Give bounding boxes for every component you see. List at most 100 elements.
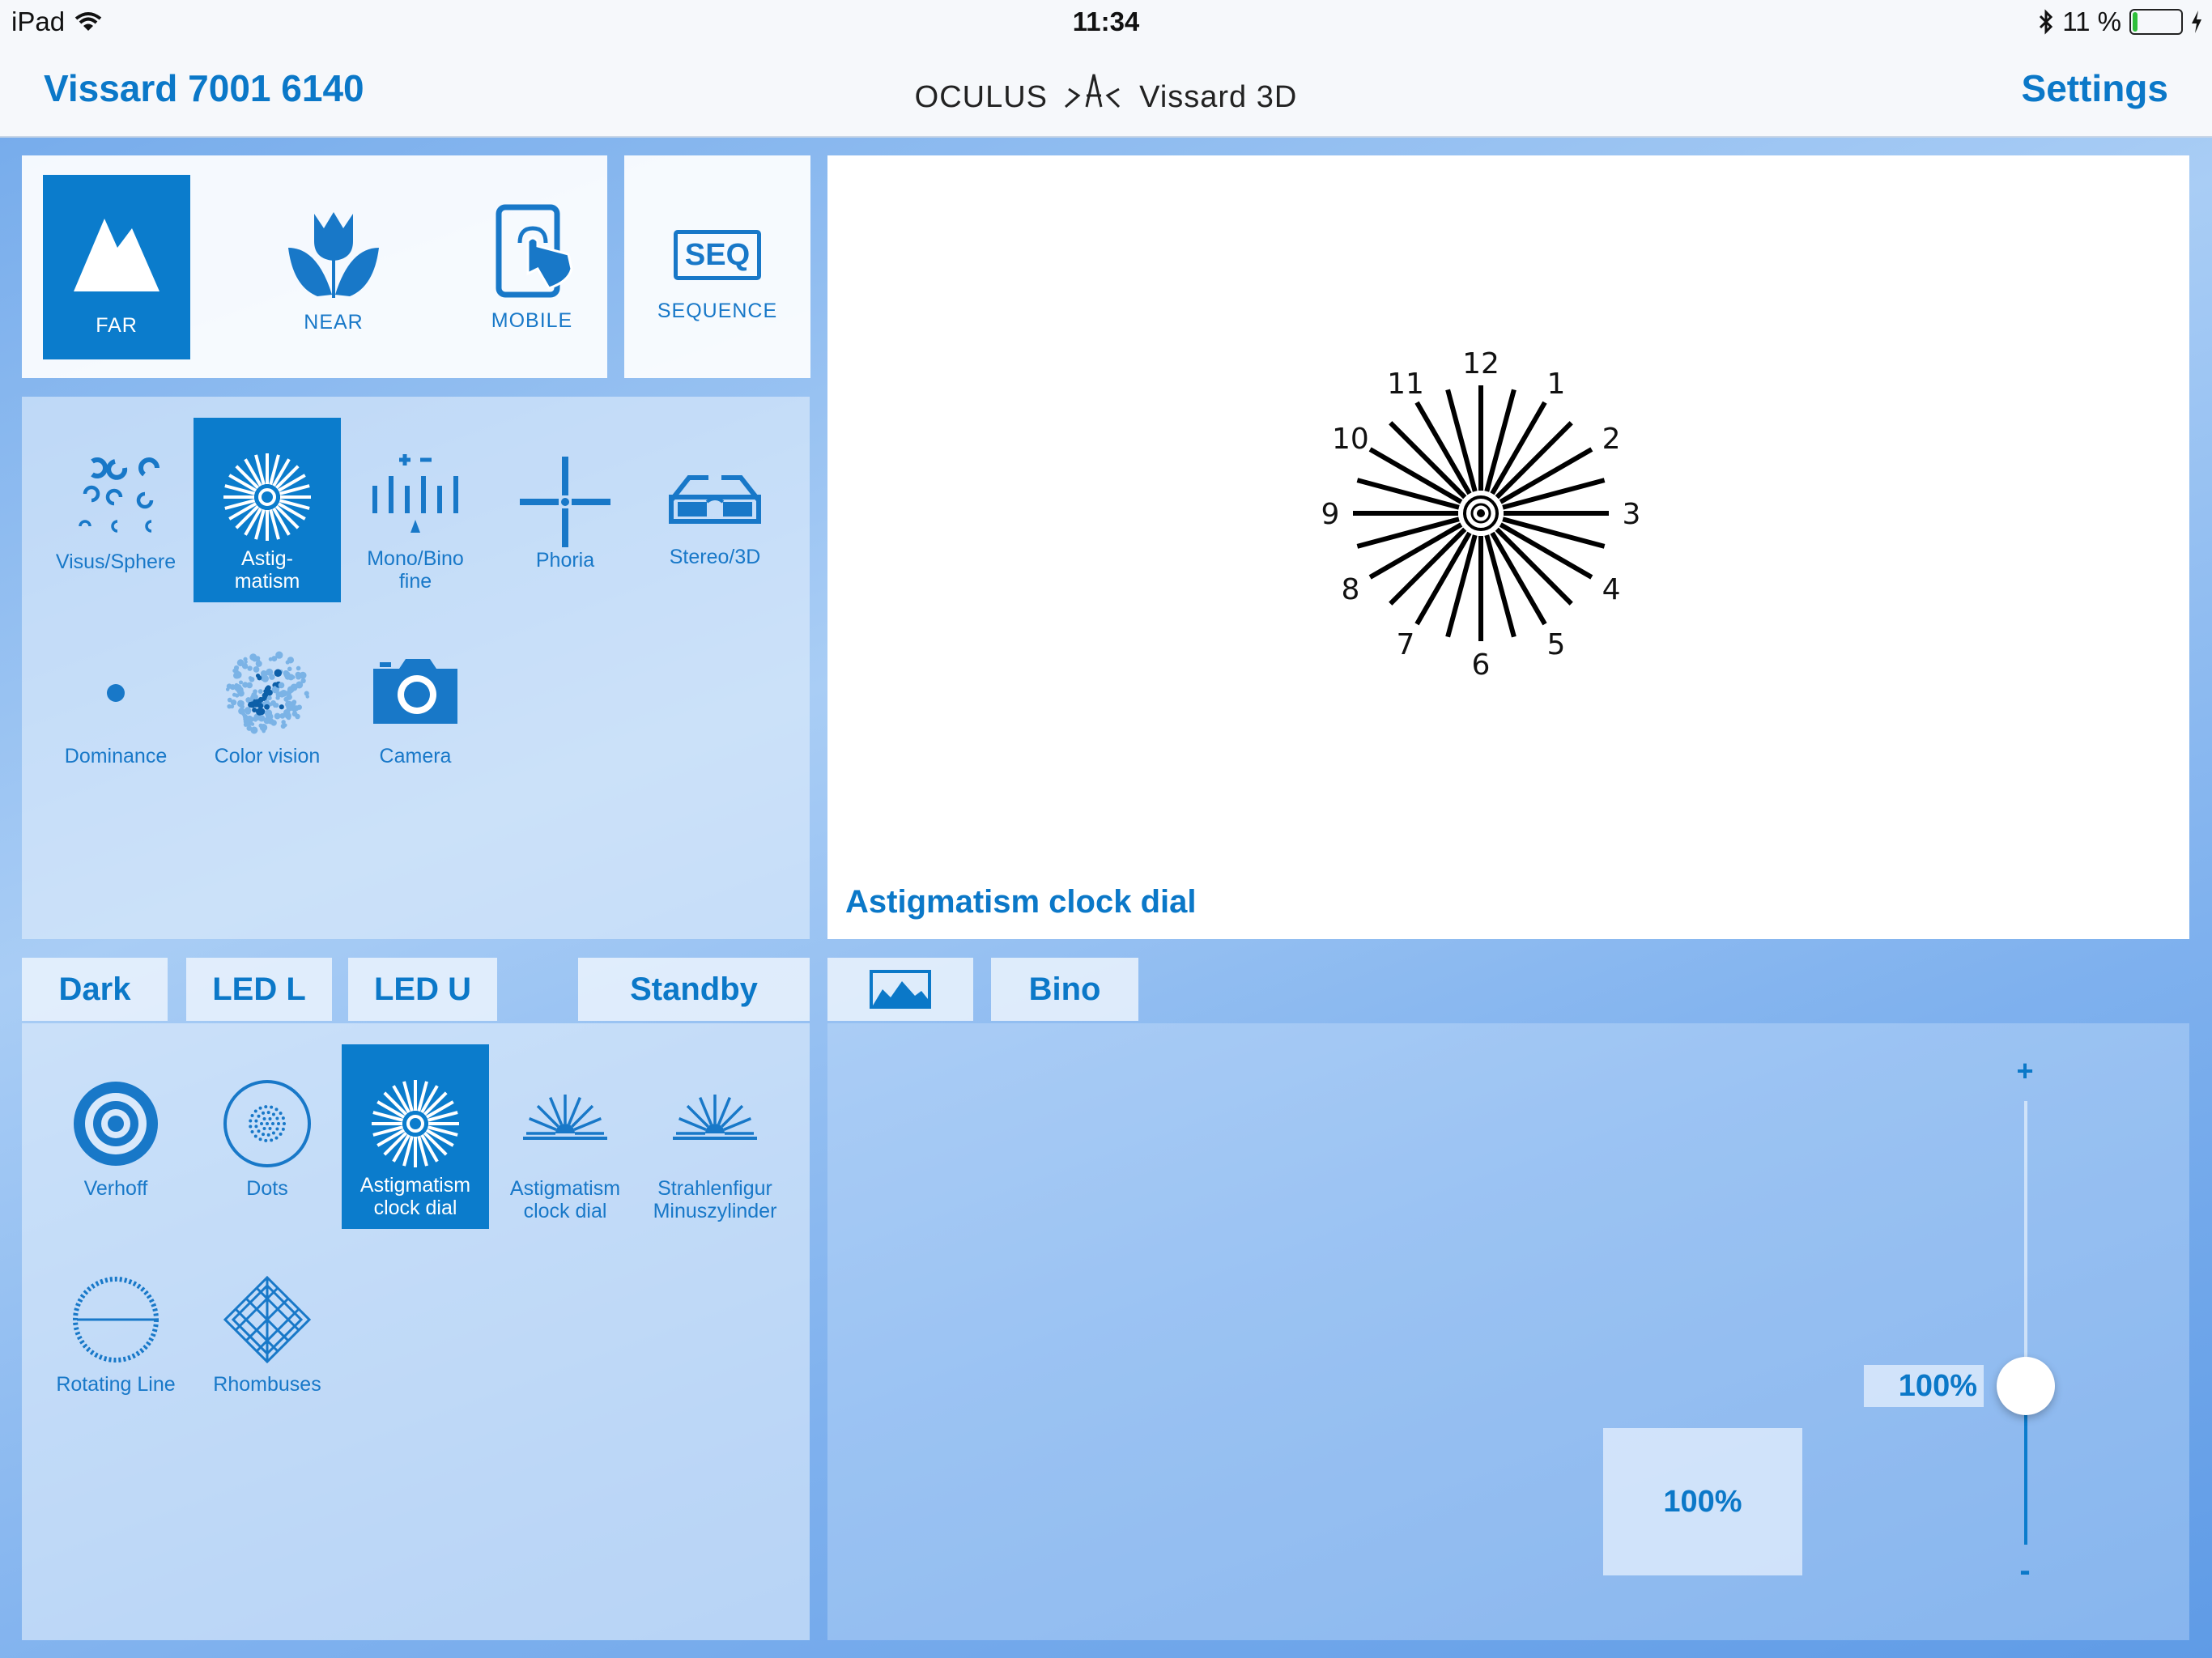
test-stereo-label: Stereo/3D [669,546,761,568]
chart-astigmatism-half[interactable]: Astigmatism clock dial [491,1044,639,1229]
dial-number: 9 [1321,498,1340,531]
dial-ray [1495,421,1573,500]
tab-led-l[interactable]: LED L [186,958,332,1021]
preview-panel: 12 1 2 3 4 5 6 7 8 9 10 11 Astigmatism clock dial [827,155,2189,939]
mobile-touch-icon [496,204,573,298]
tab-led-l-label: LED L [212,971,306,1007]
mode-near-button[interactable]: NEAR [249,175,419,359]
brightness-slider-track[interactable] [2024,1101,2027,1545]
mode-far-label: FAR [96,314,138,337]
status-right: 11 % [2038,6,2202,37]
tab-led-u[interactable]: LED U [348,958,497,1021]
half-fan-icon [673,1095,757,1140]
dial-ray [1389,527,1467,606]
chart-verhoff[interactable]: Verhoff [42,1044,189,1229]
starburst-icon [372,1080,459,1167]
test-mono-bino-fine[interactable]: Mono/Bino fine [342,418,489,602]
battery-percent: 11 % [2062,6,2121,36]
test-camera-label: Camera [379,745,452,767]
dial-ray [1389,421,1467,500]
test-dominance[interactable]: Dominance [42,615,189,800]
test-visus-sphere-label: Visus/Sphere [55,551,177,573]
dial-center [1477,509,1485,517]
tab-dark[interactable]: Dark [22,958,168,1021]
cross-icon [520,457,610,547]
chart-rhombuses[interactable]: Rhombuses [194,1240,341,1425]
bluetooth-icon [2040,9,2053,35]
test-astigmatism-label: Astig- matism [234,547,300,593]
camera-icon [373,659,457,724]
ishihara-icon [225,651,310,734]
mode-panel: FAR NEAR MOBILE [22,155,607,378]
chart-rhombuses-label: Rhombuses [213,1373,321,1396]
test-mono-bino-label: Mono/Bino fine [367,547,464,593]
tab-bino-label: Bino [1028,971,1101,1007]
dial-number: 10 [1332,423,1369,456]
sequence-label: SEQUENCE [657,300,778,322]
image-icon [870,970,931,1009]
test-color-vision[interactable]: Color vision [194,615,341,800]
verhoff-rings-icon [74,1082,158,1166]
dial-number: 2 [1602,423,1621,456]
settings-button[interactable]: Settings [2022,66,2168,110]
chart-rotating-line[interactable]: Rotating Line [42,1240,189,1425]
3d-glasses-icon [669,475,761,524]
tab-dark-label: Dark [58,971,131,1007]
chart-strahlenfigur[interactable]: Strahlenfigur Minuszylinder [641,1044,789,1229]
test-stereo-3d[interactable]: Stereo/3D [641,418,789,602]
chart-astigmatism-clock-dial[interactable]: Astigmatism clock dial [342,1044,489,1229]
dial-ray [1495,527,1573,606]
slider-plus[interactable]: + [2013,1054,2037,1088]
dot-icon [107,684,125,702]
chart-dots[interactable]: Dots [194,1044,341,1229]
dial-number: 6 [1472,648,1491,682]
sequence-button[interactable]: SEQ SEQUENCE [624,155,810,378]
clock-dial-chart: 121234567891011 [1321,347,1641,682]
status-time: 11:34 [1072,6,1140,36]
mode-far-button[interactable]: FAR [43,175,190,359]
chart-dots-label: Dots [246,1177,288,1200]
dial-number: 11 [1387,368,1424,401]
dial-number: 8 [1341,573,1359,606]
seq-badge-icon: SEQ [674,230,761,280]
mode-mobile-button[interactable]: MOBILE [447,175,617,359]
control-panel [827,1023,2189,1640]
battery-icon [2129,9,2183,35]
slider-knob[interactable] [1997,1357,2055,1415]
starburst-icon [223,453,311,541]
test-color-vision-label: Color vision [214,745,321,767]
mode-mobile-label: MOBILE [491,309,573,332]
contrast-box[interactable]: 100% [1603,1428,1802,1575]
test-visus-sphere[interactable]: Visus/Sphere [42,418,189,602]
chart-strahlenfigur-label: Strahlenfigur Minuszylinder [653,1177,777,1222]
dots-circle-icon [223,1080,311,1167]
dial-number: 3 [1623,498,1641,531]
brand-logo: OCULUS Vissard 3D [0,71,2212,115]
product-name: Vissard 3D [1139,80,1298,114]
test-phoria-label: Phoria [535,549,595,572]
slider-minus[interactable]: - [2013,1553,2037,1589]
oculus-emblem-icon [1064,74,1120,108]
preview-caption: Astigmatism clock dial [845,884,1197,920]
dial-number: 4 [1602,573,1621,606]
chart-astigmatism-half-label: Astigmatism clock dial [509,1177,621,1222]
dial-number: 1 [1547,368,1566,401]
mode-near-label: NEAR [304,311,364,334]
slider-value-label: 100% [1864,1365,1984,1407]
dial-number: 12 [1462,347,1499,380]
test-astigmatism[interactable]: Astig- matism [194,418,341,602]
battery-fill [2133,12,2138,32]
image-tab[interactable] [827,958,973,1021]
standby-button[interactable]: Standby [578,958,810,1021]
charging-bolt-icon [2192,11,2201,33]
mountain-icon [74,219,160,291]
test-camera[interactable]: Camera [342,615,489,800]
chart-rotating-line-label: Rotating Line [56,1373,176,1396]
rhombus-icon [223,1275,312,1364]
test-phoria[interactable]: Phoria [491,418,639,602]
standby-label: Standby [630,971,758,1007]
contrast-value: 100% [1663,1484,1742,1519]
rotating-line-icon [73,1277,159,1363]
chart-verhoff-label: Verhoff [83,1177,148,1200]
tab-bino[interactable]: Bino [991,958,1138,1021]
